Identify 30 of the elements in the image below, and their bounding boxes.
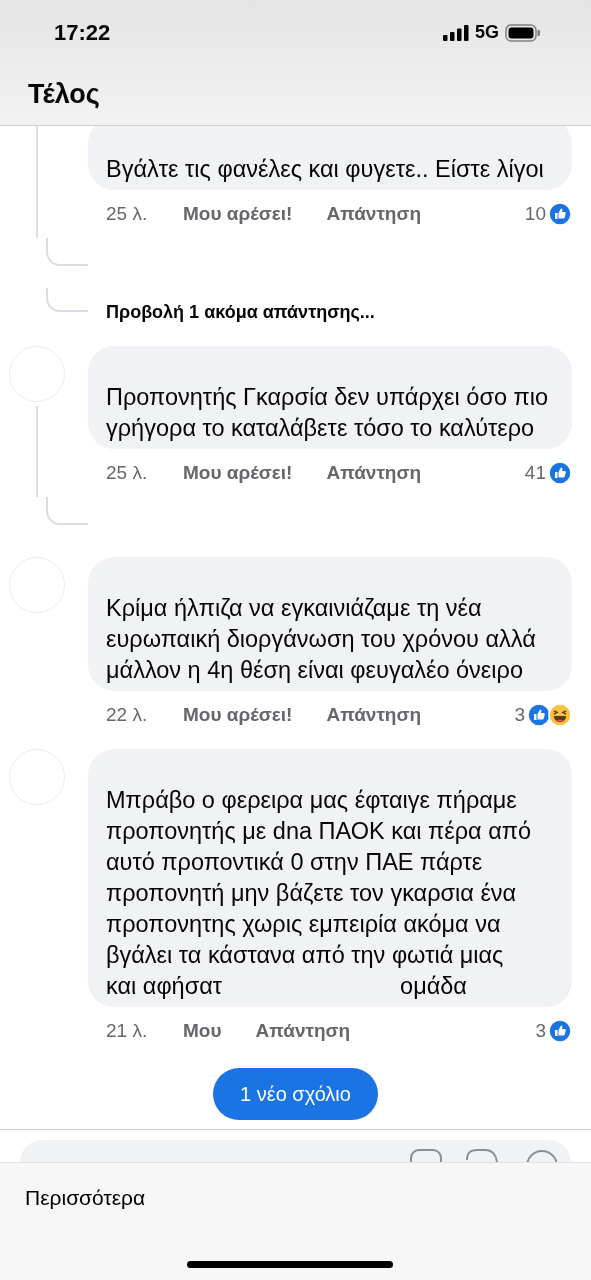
comment-time: 25 λ. — [106, 462, 149, 484]
reaction-count: 10 — [524, 203, 546, 225]
comment-time: 21 λ. — [106, 1020, 149, 1042]
like-link[interactable]: Μου — [183, 1020, 222, 1042]
comment-text: ομάδα — [400, 972, 467, 1001]
comment-text: Προπονητής Γκαρσία δεν υπάρχει όσο πιο γρήγορα το καταλάβετε τόσο το καλύτερο — [106, 383, 549, 443]
reaction-count: 3 — [514, 704, 525, 726]
clock-time: 17:22 — [54, 19, 111, 46]
reply-link[interactable]: Απάντηση — [326, 462, 422, 484]
battery-icon — [505, 23, 541, 42]
new-comments-button[interactable]: 1 νέο σχόλιο — [213, 1068, 378, 1120]
comment-text: Βγάλτε τις φανέλες και φυγετε.. Είστε λίγοι — [106, 155, 545, 184]
reaction-count: 41 — [524, 462, 546, 484]
reply-link[interactable]: Απάντηση — [326, 704, 422, 726]
comment-text: Κρίμα ήλπιζα να εγκαινιάζαμε τη νέα ευρωπαική διοργάνωση του χρόνου αλλά μάλλον η 4η θέση είναι φευγαλέο όνειρο — [106, 594, 537, 685]
reply-link[interactable]: Απάντηση — [255, 1020, 351, 1042]
page-title: Τέλος — [28, 78, 100, 111]
more-link[interactable]: Περισσότερα — [25, 1186, 591, 1210]
network-label: 5G — [475, 22, 499, 43]
comment-text: και αφήσατ — [106, 972, 223, 1001]
thread-connector — [46, 288, 88, 312]
reaction-count: 3 — [535, 1020, 546, 1042]
like-link[interactable]: Μου αρέσει! — [183, 704, 293, 726]
signal-icon — [443, 24, 469, 41]
view-more-replies-link[interactable]: Προβολή 1 ακόμα απάντησης... — [106, 301, 375, 323]
reply-link[interactable]: Απάντηση — [326, 203, 422, 225]
comment-time: 22 λ. — [106, 704, 149, 726]
comment-time: 25 λ. — [106, 203, 149, 225]
like-link[interactable]: Μου αρέσει! — [183, 462, 293, 484]
like-link[interactable]: Μου αρέσει! — [183, 203, 293, 225]
